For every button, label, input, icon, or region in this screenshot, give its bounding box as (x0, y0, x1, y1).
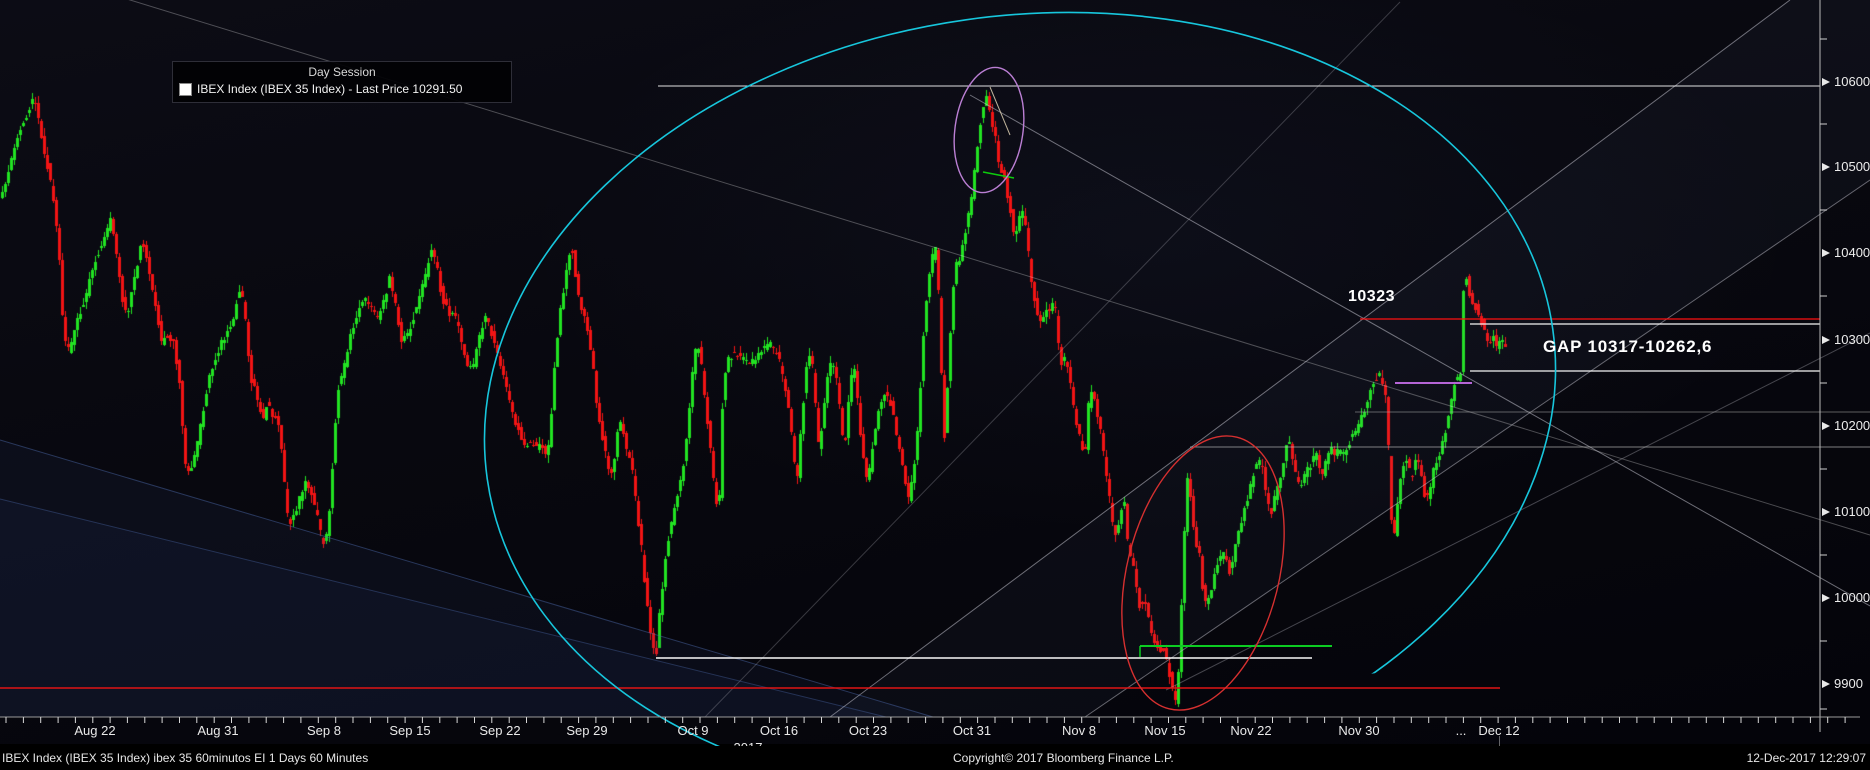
trendline-asc-1[interactable] (829, 0, 1791, 718)
legend-title: Day Session (308, 65, 376, 79)
legend-series-label: IBEX Index (IBEX 35 Index) - Last Price … (197, 82, 463, 96)
gap-annotation-label[interactable]: GAP 10317-10262,6 (1543, 337, 1712, 357)
y-axis-label: 10000 (1834, 590, 1870, 605)
series-swatch-icon (179, 82, 192, 96)
y-axis-tick-arrow (1822, 508, 1830, 516)
price-level-annotation-10323[interactable]: 10323 (1348, 288, 1395, 306)
y-axis-tick-arrow (1822, 249, 1830, 257)
y-axis-tick-arrow (1822, 680, 1830, 688)
status-bar: IBEX Index (IBEX 35 Index) ibex 35 60min… (0, 746, 1870, 770)
y-axis-label: 10500 (1834, 159, 1870, 174)
y-axis-label: 10100 (1834, 504, 1870, 519)
x-axis-label: Sep 8 (307, 723, 341, 738)
x-axis-label: Sep 15 (389, 723, 431, 738)
bloomberg-chart-window: Day Session IBEX Index (IBEX 35 Index) -… (0, 0, 1870, 770)
x-axis-label: Sep 22 (479, 723, 521, 738)
flag-line-upper[interactable] (989, 86, 1011, 136)
y-axis-tick-arrow (1822, 336, 1830, 344)
y-axis-tick-arrow (1822, 422, 1830, 430)
statusbar-copyright: Copyright© 2017 Bloomberg Finance L.P. (953, 751, 1174, 765)
x-axis-label: Nov 15 (1144, 723, 1186, 738)
statusbar-timestamp: 12-Dec-2017 12:29:07 (1746, 751, 1866, 765)
purple-ellipse-annotation[interactable] (947, 63, 1032, 197)
y-axis-label: 10300 (1834, 332, 1870, 347)
x-axis-label: Oct 9 (677, 723, 709, 738)
y-axis-tick-arrow (1822, 594, 1830, 602)
x-axis-label: Nov 8 (1062, 723, 1096, 738)
y-axis-label: 10400 (1834, 245, 1870, 260)
x-axis-label: Aug 22 (74, 723, 116, 738)
statusbar-security-description: IBEX Index (IBEX 35 Index) ibex 35 60min… (2, 751, 369, 765)
rising-channel-glow (830, 0, 1870, 717)
annotation-overlay (0, 0, 1870, 770)
x-axis-label: Nov 30 (1338, 723, 1380, 738)
y-axis-label: 10200 (1834, 418, 1870, 433)
x-axis-label: Sep 29 (566, 723, 608, 738)
x-axis-label: Nov 22 (1230, 723, 1272, 738)
x-axis-label: Oct 23 (848, 723, 888, 738)
y-axis-label: 9900 (1834, 676, 1863, 691)
x-axis-label: Aug 31 (197, 723, 239, 738)
chart-legend[interactable]: Day Session IBEX Index (IBEX 35 Index) -… (172, 61, 512, 103)
x-axis-label: Oct 31 (952, 723, 992, 738)
y-axis-label: 10600 (1834, 74, 1870, 89)
x-axis-label: Oct 16 (759, 723, 799, 738)
price-chart-pane[interactable]: Day Session IBEX Index (IBEX 35 Index) -… (0, 0, 1870, 770)
x-axis-minor-ticks (5, 717, 1846, 723)
